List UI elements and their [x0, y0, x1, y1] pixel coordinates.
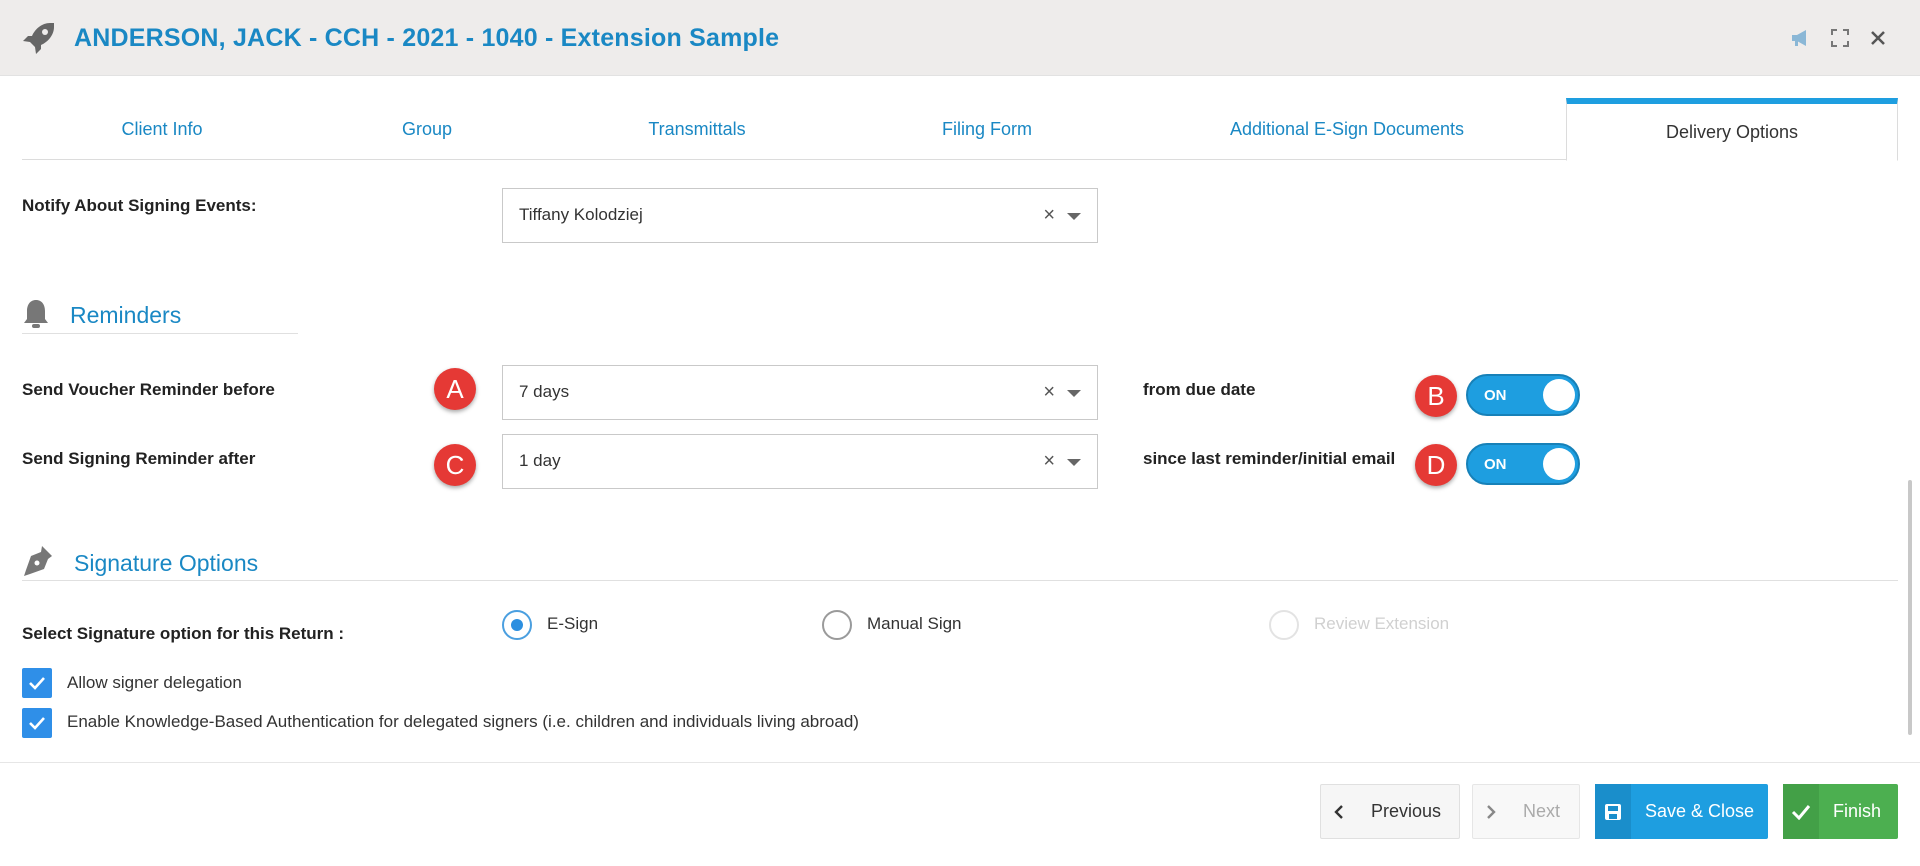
toggle-knob: [1543, 448, 1575, 480]
chevron-down-icon[interactable]: [1067, 459, 1081, 466]
finish-label: Finish: [1833, 801, 1882, 821]
reminders-divider: [22, 333, 298, 334]
footer-divider: [0, 762, 1920, 763]
radio-manual-sign-label: Manual Sign: [867, 614, 962, 633]
save-close-label: Save & Close: [1645, 801, 1755, 821]
tab-group[interactable]: Group: [302, 98, 552, 160]
allow-delegation-checkbox[interactable]: [22, 668, 52, 698]
clear-icon[interactable]: ×: [1043, 205, 1055, 225]
save-close-button[interactable]: Save & Close: [1595, 784, 1768, 839]
chevron-right-icon: [1473, 784, 1509, 839]
notify-value: Tiffany Kolodziej: [519, 205, 643, 224]
annotation-badge-d: D: [1415, 444, 1457, 486]
finish-button[interactable]: Finish: [1783, 784, 1898, 839]
voucher-reminder-toggle[interactable]: ON: [1466, 374, 1580, 416]
signature-option-label: Select Signature option for this Return …: [22, 624, 345, 643]
check-icon: [1783, 784, 1819, 839]
next-label: Next: [1523, 801, 1561, 821]
notify-label: Notify About Signing Events:: [22, 196, 257, 215]
kba-label: Enable Knowledge-Based Authentication fo…: [67, 712, 859, 731]
toggle-state: ON: [1484, 387, 1507, 404]
voucher-reminder-select[interactable]: 7 days ×: [502, 365, 1098, 420]
clear-icon[interactable]: ×: [1043, 382, 1055, 402]
signing-reminder-suffix: since last reminder/initial email: [1143, 449, 1396, 468]
toggle-state: ON: [1484, 456, 1507, 473]
chevron-down-icon[interactable]: [1067, 213, 1081, 220]
tab-bar: Client Info Group Transmittals Filing Fo…: [22, 98, 1898, 161]
tab-delivery-options[interactable]: Delivery Options: [1566, 98, 1898, 161]
tab-additional-esign-documents[interactable]: Additional E-Sign Documents: [1132, 98, 1562, 160]
modal-header: ANDERSON, JACK - CCH - 2021 - 1040 - Ext…: [0, 0, 1920, 76]
rocket-icon: [23, 23, 54, 54]
radio-review-extension: [1269, 610, 1299, 640]
radio-esign[interactable]: [502, 610, 532, 640]
notify-select[interactable]: Tiffany Kolodziej ×: [502, 188, 1098, 243]
voucher-reminder-value: 7 days: [519, 382, 570, 401]
toggle-knob: [1543, 379, 1575, 411]
chevron-left-icon: [1321, 784, 1357, 839]
tab-client-info[interactable]: Client Info: [22, 98, 302, 160]
megaphone-icon[interactable]: [1790, 28, 1810, 48]
radio-review-extension-label: Review Extension: [1314, 614, 1450, 633]
annotation-badge-b: B: [1415, 375, 1457, 417]
tab-filing-form[interactable]: Filing Form: [842, 98, 1132, 160]
next-button[interactable]: Next: [1472, 784, 1580, 839]
allow-delegation-label: Allow signer delegation: [67, 673, 242, 692]
save-icon: [1595, 784, 1631, 839]
checkmark-icon: [29, 677, 45, 690]
radio-esign-label: E-Sign: [547, 614, 599, 633]
chevron-down-icon[interactable]: [1067, 390, 1081, 397]
radio-manual-sign[interactable]: [822, 610, 852, 640]
signature-options-title: Signature Options: [74, 550, 259, 576]
annotation-badge-a: A: [434, 368, 476, 410]
signing-reminder-select[interactable]: 1 day ×: [502, 434, 1098, 489]
bell-icon: [24, 300, 48, 328]
voucher-reminder-suffix: from due date: [1143, 380, 1256, 399]
previous-label: Previous: [1371, 801, 1442, 821]
page-title: ANDERSON, JACK - CCH - 2021 - 1040 - Ext…: [74, 24, 780, 52]
scrollbar[interactable]: [1908, 480, 1912, 735]
signature-divider: [22, 580, 1898, 581]
kba-checkbox[interactable]: [22, 708, 52, 738]
voucher-reminder-label: Send Voucher Reminder before: [22, 380, 275, 399]
signing-reminder-value: 1 day: [519, 451, 561, 470]
clear-icon[interactable]: ×: [1043, 451, 1055, 471]
expand-icon[interactable]: [1830, 28, 1850, 48]
reminders-title: Reminders: [70, 302, 182, 328]
previous-button[interactable]: Previous: [1320, 784, 1460, 839]
close-icon[interactable]: [1868, 28, 1888, 48]
pen-icon: [24, 546, 52, 576]
tab-transmittals[interactable]: Transmittals: [552, 98, 842, 160]
checkmark-icon: [29, 717, 45, 730]
signing-reminder-toggle[interactable]: ON: [1466, 443, 1580, 485]
signing-reminder-label: Send Signing Reminder after: [22, 449, 256, 468]
annotation-badge-c: C: [434, 444, 476, 486]
